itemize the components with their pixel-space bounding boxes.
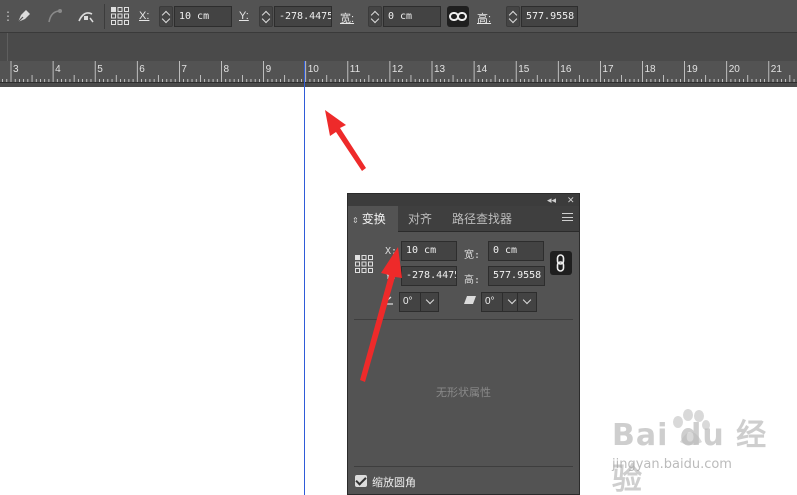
x-input[interactable]: 10 cm	[174, 6, 232, 27]
ruler-label: 19	[687, 64, 699, 75]
width-stepper[interactable]	[368, 6, 382, 27]
ruler-label: 5	[97, 64, 103, 75]
panel-x-input[interactable]: 10 cm	[401, 241, 457, 261]
shear-angle-value: 0°	[485, 296, 495, 307]
panel-y-label: Y:	[385, 271, 398, 282]
convert-anchor-icon[interactable]	[76, 6, 96, 26]
width-input[interactable]: 0 cm	[383, 6, 441, 27]
link-icon	[449, 12, 467, 21]
panel-y-input[interactable]: -278.4475	[401, 266, 457, 286]
ruler-label: 15	[518, 64, 530, 75]
constrain-proportions-button[interactable]	[550, 251, 572, 275]
rotate-angle-select[interactable]: 0°	[399, 292, 439, 312]
vertical-guide-line[interactable]	[304, 61, 305, 495]
tab-transform[interactable]: ⇕ 变换	[348, 206, 398, 233]
height-input[interactable]: 577.9558	[521, 6, 578, 27]
panel-height-input[interactable]: 577.9558	[488, 266, 545, 286]
ruler-label: 8	[224, 64, 230, 75]
tab-label: 变换	[361, 212, 386, 226]
ruler-label: 7	[181, 64, 187, 75]
divider	[7, 33, 8, 61]
shear-angle-select[interactable]: 0°	[481, 292, 521, 312]
ruler-label: 13	[434, 64, 446, 75]
ruler-label: 16	[560, 64, 572, 75]
height-label: 高:	[477, 13, 492, 25]
collapse-icon[interactable]: ◂◂	[547, 194, 556, 206]
watermark-url: jingyan.baidu.com	[612, 457, 732, 472]
shear-dropdown-button[interactable]	[517, 292, 537, 312]
ruler-label: 11	[350, 64, 361, 75]
width-label: 宽:	[340, 13, 355, 25]
ruler-label: 4	[55, 64, 61, 75]
chevron-down-icon[interactable]	[518, 293, 536, 311]
reference-point-icon[interactable]	[110, 6, 130, 26]
chevron-down-icon[interactable]	[420, 293, 438, 311]
ruler-label: 10	[308, 64, 320, 75]
height-stepper[interactable]	[506, 6, 520, 27]
ruler-label: 21	[771, 64, 783, 75]
pen-icon[interactable]	[14, 6, 34, 26]
divider	[104, 4, 105, 29]
divider	[354, 319, 573, 320]
ruler-label: 9	[266, 64, 272, 75]
bar-grip: ⋮	[2, 9, 14, 23]
sort-arrows-icon: ⇕	[352, 216, 359, 225]
ruler-ticks: 3 4 5 6 7 8 9 10 11 12 13 14 15 16 17 18 19 20 21	[2, 61, 795, 82]
rotate-angle-value: 0°	[403, 296, 413, 307]
divider	[354, 466, 573, 467]
panel-x-label: X:	[385, 246, 398, 257]
ruler-label: 20	[729, 64, 741, 75]
close-icon[interactable]: ✕	[567, 194, 575, 206]
no-shape-properties-message: 无形状属性	[436, 386, 491, 399]
panel-width-input[interactable]: 0 cm	[488, 241, 544, 261]
panel-title-bar[interactable]: ◂◂ ✕	[348, 194, 579, 206]
reference-point-icon[interactable]	[354, 254, 374, 274]
rotate-angle-icon	[382, 295, 394, 305]
ruler-label: 14	[476, 64, 488, 75]
tab-pathfinder[interactable]: 路径查找器	[446, 206, 518, 232]
y-stepper[interactable]	[259, 6, 273, 27]
panel-height-label: 高:	[464, 275, 481, 286]
curve-icon[interactable]	[45, 6, 65, 26]
document-tab-strip	[0, 33, 797, 61]
x-label: X:	[139, 10, 150, 22]
baidu-watermark: Bai du 经验 jingyan.baidu.com	[612, 409, 792, 495]
ruler-label: 6	[139, 64, 145, 75]
panel-menu-icon[interactable]	[562, 213, 573, 221]
y-input[interactable]: -278.4475	[274, 6, 332, 27]
tab-align[interactable]: 对齐	[402, 206, 438, 232]
panel-width-label: 宽:	[464, 250, 481, 261]
x-stepper[interactable]	[159, 6, 173, 27]
control-bar: ⋮ X: 10 cm Y: -278.4475 宽: 0 cm 高: 577.9…	[0, 0, 797, 33]
horizontal-ruler[interactable]: 3 4 5 6 7 8 9 10 11 12 13 14 15 16 17 18 19 20 21	[0, 61, 797, 83]
ruler-label: 17	[602, 64, 614, 75]
ruler-label: 3	[13, 64, 19, 75]
ruler-label: 12	[392, 64, 404, 75]
scale-corners-label: 缩放圆角	[372, 476, 416, 489]
shear-angle-icon	[463, 295, 477, 305]
scale-corners-checkbox[interactable]	[355, 475, 367, 487]
ruler-label: 18	[645, 64, 657, 75]
y-label: Y:	[239, 10, 249, 22]
link-icon	[556, 254, 565, 272]
transform-panel: ◂◂ ✕ ⇕ 变换 对齐 路径查找器 X: 10 cm 宽: 0 cm Y: -2…	[347, 193, 580, 495]
panel-tab-bar: ⇕ 变换 对齐 路径查找器	[348, 206, 579, 233]
constrain-proportions-button[interactable]	[447, 6, 469, 27]
watermark-brand: Bai du 经验	[612, 418, 768, 495]
